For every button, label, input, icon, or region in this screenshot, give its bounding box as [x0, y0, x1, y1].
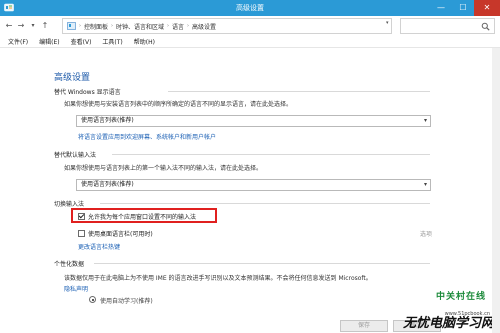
section-divider — [112, 154, 430, 155]
section-divider — [100, 203, 430, 204]
breadcrumb-separator: › — [111, 23, 114, 29]
display-language-select-value: 使用语言列表(推荐) — [81, 117, 134, 124]
watermark: 中关村在线 www.51pcbook.cn 无忧电脑学习网 — [370, 289, 498, 331]
change-hotkey-link[interactable]: 更改语言栏热键 — [78, 242, 120, 251]
back-icon[interactable]: ← — [4, 21, 14, 31]
chevron-down-icon: ▾ — [423, 181, 427, 188]
menu-view[interactable]: 查看(V) — [71, 37, 92, 46]
chevron-down-icon: ▾ — [423, 117, 427, 124]
breadcrumb-separator: › — [79, 23, 81, 29]
menu-help[interactable]: 帮助(H) — [134, 37, 155, 46]
close-button[interactable]: ✕ — [474, 0, 500, 16]
highlight-annotation — [71, 208, 217, 223]
desktop-language-bar-checkbox-row[interactable]: 使用桌面语言栏(可用时) — [78, 229, 153, 238]
up-icon[interactable]: ↑ — [40, 21, 50, 31]
switch-input-heading: 切换输入法 — [54, 201, 85, 208]
window-title: 高级设置 — [236, 4, 264, 12]
section-divider — [168, 91, 430, 92]
auto-learning-label: 使用自动学习(推荐) — [100, 298, 153, 305]
breadcrumb-control-panel[interactable]: 控制面板 — [84, 22, 108, 31]
override-input-desc: 如果你想使用与语言列表上的第一个输入法不同的输入法，请在此处选择。 — [64, 165, 263, 172]
main-content: 高级设置 替代 Windows 显示语言 如果你想使用与安装语言列表中的顺序所确… — [0, 48, 500, 333]
breadcrumb-language[interactable]: 语言 — [172, 22, 184, 31]
search-icon[interactable] — [481, 22, 490, 31]
page-title: 高级设置 — [54, 73, 91, 83]
menu-edit[interactable]: 编辑(E) — [39, 37, 59, 46]
search-input[interactable] — [400, 18, 495, 34]
personalization-desc: 该数据仅用于在此电脑上为不使用 IME 的语言改进手写识别以及文本预测结果。不会… — [64, 275, 372, 282]
minimize-button[interactable]: — — [430, 0, 452, 16]
apply-language-settings-link[interactable]: 将语言设置应用到欢迎屏幕、系统帐户和新用户帐户 — [78, 132, 216, 141]
forward-icon[interactable]: → — [16, 21, 26, 31]
menu-tools[interactable]: 工具(T) — [102, 37, 122, 46]
override-display-desc: 如果你想使用与安装语言列表中的顺序所确定的语言不同的显示语言，请在此处选择。 — [64, 101, 293, 108]
address-bar: ← → ▾ ↑ › 控制面板 › 时钟、语言和区域 › 语言 › 高级设置 ▾ — [0, 16, 500, 36]
watermark-text: 无忧电脑学习网 — [402, 316, 494, 331]
privacy-statement-link[interactable]: 隐私声明 — [64, 284, 88, 293]
breadcrumb-separator: › — [167, 23, 170, 29]
menu-file[interactable]: 文件(F) — [8, 37, 28, 46]
address-dropdown-icon[interactable]: ▾ — [386, 20, 389, 26]
vertical-scrollbar[interactable] — [492, 48, 500, 333]
control-panel-icon[interactable] — [4, 3, 14, 13]
options-link[interactable]: 选项 — [420, 229, 432, 238]
control-panel-icon — [67, 22, 76, 30]
override-display-heading: 替代 Windows 显示语言 — [54, 89, 121, 96]
input-method-select-value: 使用语言列表(推荐) — [81, 181, 134, 188]
breadcrumb-advanced-settings[interactable]: 高级设置 — [192, 22, 216, 31]
input-method-select[interactable]: 使用语言列表(推荐) ▾ — [76, 179, 431, 191]
maximize-button[interactable]: ☐ — [452, 0, 474, 16]
display-language-select[interactable]: 使用语言列表(推荐) ▾ — [76, 115, 431, 127]
desktop-language-bar-label: 使用桌面语言栏(可用时) — [88, 231, 153, 238]
desktop-language-bar-checkbox[interactable] — [78, 230, 85, 237]
recent-dropdown-icon[interactable]: ▾ — [28, 21, 38, 31]
menu-bar: 文件(F) 编辑(E) 查看(V) 工具(T) 帮助(H) — [0, 36, 500, 48]
breadcrumb-separator: › — [187, 23, 190, 29]
breadcrumb[interactable]: › 控制面板 › 时钟、语言和区域 › 语言 › 高级设置 — [62, 18, 392, 34]
override-input-heading: 替代默认输入法 — [54, 152, 97, 159]
breadcrumb-clock-language-region[interactable]: 时钟、语言和区域 — [116, 22, 164, 31]
personalization-heading: 个性化数据 — [54, 261, 85, 268]
section-divider — [94, 263, 430, 264]
watermark-logo: 中关村在线 — [436, 292, 487, 302]
title-bar: 高级设置 — ☐ ✕ — [0, 0, 500, 16]
auto-learning-radio[interactable] — [89, 296, 96, 303]
